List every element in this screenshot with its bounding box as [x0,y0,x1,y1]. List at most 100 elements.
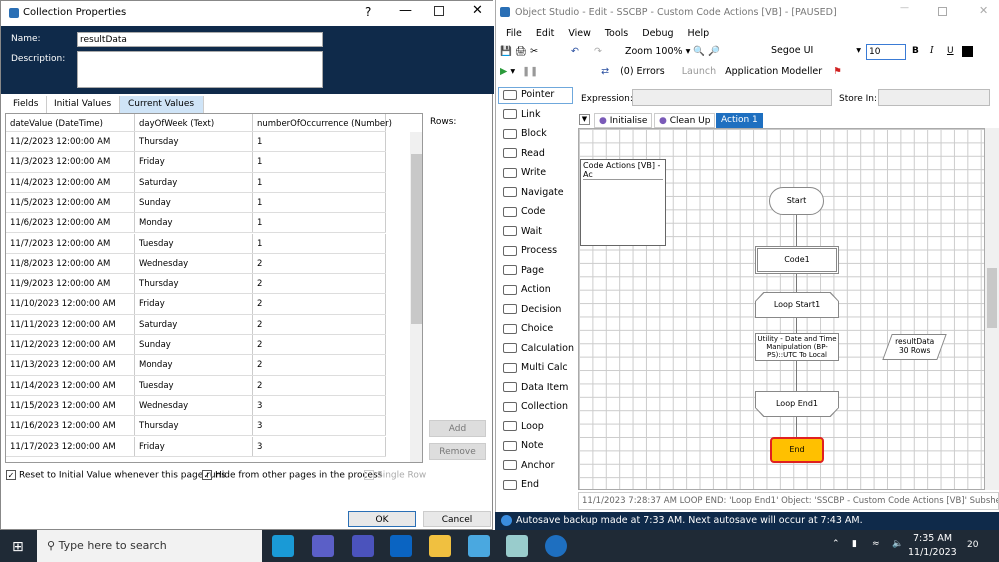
table-row[interactable]: 11/16/2023 12:00:00 AM Thursday 3 [6,416,386,437]
table-cell[interactable]: 11/8/2023 12:00:00 AM [6,253,135,274]
table-row[interactable]: 11/4/2023 12:00:00 AM Saturday 1 [6,172,386,193]
single-row-checkbox[interactable]: Single Row [364,470,426,481]
toolbox-item-data-item[interactable]: Data Item [500,382,575,400]
table-cell[interactable]: Thursday [135,274,253,294]
table-row[interactable]: 11/5/2023 12:00:00 AM Sunday 1 [6,192,386,214]
errors-button[interactable]: (0) Errors [620,66,665,77]
wifi-icon[interactable]: ≈ [872,539,880,549]
table-cell[interactable]: 2 [253,274,386,294]
table-cell[interactable]: Friday [135,436,253,456]
menu-help[interactable]: Help [688,28,710,39]
table-cell[interactable]: 11/11/2023 12:00:00 AM [6,314,135,334]
run-icon[interactable]: ▶ [500,66,507,77]
battery-icon[interactable]: ▮ [852,539,857,549]
table-row[interactable]: 11/7/2023 12:00:00 AM Tuesday 1 [6,233,386,254]
table-cell[interactable]: 2 [253,335,386,355]
tab-initialise[interactable]: ● Initialise [594,113,653,128]
table-cell[interactable]: 2 [253,375,386,395]
toolbox-item-block[interactable]: Block [500,128,575,146]
table-cell[interactable]: Saturday [135,172,253,192]
table-row[interactable]: 11/2/2023 12:00:00 AM Thursday 1 [6,132,386,153]
clock-time[interactable]: 7:35 AM [913,533,952,544]
teams-icon[interactable] [352,535,374,557]
block-stage[interactable]: Code Actions [VB] - Ac [580,159,666,246]
help-button[interactable]: ? [365,5,371,19]
italic-button[interactable]: I [930,46,934,56]
table-cell[interactable]: Wednesday [135,395,253,416]
toolbox-item-page[interactable]: Page [500,265,575,283]
toolbox-item-wait[interactable]: Wait [500,226,575,244]
launch-button[interactable]: Launch [682,66,716,77]
table-cell[interactable]: 2 [253,294,386,314]
search-box[interactable]: ⚲ Type here to search [37,530,262,562]
volume-icon[interactable]: 🔈 [892,539,903,549]
notifications-badge[interactable]: 20 [967,540,978,550]
expression-input[interactable] [632,89,832,106]
toolbox-item-pointer[interactable]: Pointer [500,89,575,107]
description-input[interactable] [77,51,323,88]
table-row[interactable]: 11/3/2023 12:00:00 AM Friday 1 [6,152,386,173]
table-cell[interactable]: Friday [135,294,253,314]
table-cell[interactable]: 2 [253,314,386,334]
toolbox-item-multi-calc[interactable]: Multi Calc [500,362,575,380]
tray-chevron-icon[interactable]: ⌃ [832,539,840,549]
page-dropdown-button[interactable]: ▼ [579,114,590,125]
table-cell[interactable]: 11/7/2023 12:00:00 AM [6,233,135,253]
table-cell[interactable]: Thursday [135,416,253,436]
table-cell[interactable]: Sunday [135,192,253,213]
menu-edit[interactable]: Edit [536,28,554,39]
menu-file[interactable]: File [506,28,522,39]
cut-icon[interactable]: ✂ [530,46,538,57]
menu-debug[interactable]: Debug [642,28,673,39]
tab-initial-values[interactable]: Initial Values [46,96,121,113]
breakpoint-flag-icon[interactable]: ⚑ [833,66,842,77]
column-header[interactable]: numberOfOccurrence (Number) [253,114,392,131]
toolbox-item-read[interactable]: Read [500,148,575,166]
table-cell[interactable]: 11/17/2023 12:00:00 AM [6,436,135,456]
action-stage[interactable]: Utility - Date and Time Manipulation (BP… [755,333,839,361]
table-cell[interactable]: 1 [253,152,386,172]
table-cell[interactable]: Friday [135,152,253,172]
toolbox-item-navigate[interactable]: Navigate [500,187,575,205]
table-cell[interactable]: 1 [253,233,386,253]
remove-button[interactable]: Remove [429,443,486,460]
table-cell[interactable]: 3 [253,395,386,416]
table-row[interactable]: 11/11/2023 12:00:00 AM Saturday 2 [6,314,386,335]
maximize-button[interactable] [434,6,444,16]
menu-view[interactable]: View [568,28,591,39]
column-header[interactable]: dayOfWeek (Text) [135,114,253,131]
toolbox-item-decision[interactable]: Decision [500,304,575,322]
minimize-button[interactable]: — [399,3,412,18]
tab-current-values[interactable]: Current Values [120,96,204,113]
close-button[interactable]: ✕ [472,3,483,18]
table-cell[interactable]: 11/15/2023 12:00:00 AM [6,395,135,416]
table-cell[interactable]: 1 [253,213,386,233]
table-cell[interactable]: 11/10/2023 12:00:00 AM [6,294,135,314]
print-icon[interactable]: 🖨 [515,46,527,57]
table-cell[interactable]: 11/9/2023 12:00:00 AM [6,274,135,294]
table-cell[interactable]: 3 [253,436,386,456]
table-cell[interactable]: 11/5/2023 12:00:00 AM [6,192,135,213]
tab-clean-up[interactable]: ● Clean Up [654,113,716,128]
scrollbar-thumb[interactable] [411,154,422,324]
zoom-select[interactable]: 100% [655,46,682,57]
toolbox-item-action[interactable]: Action [500,284,575,302]
table-cell[interactable]: 11/16/2023 12:00:00 AM [6,416,135,436]
table-cell[interactable]: 2 [253,355,386,375]
toolbox-item-end[interactable]: End [500,479,575,497]
table-cell[interactable]: Saturday [135,314,253,334]
table-cell[interactable]: Wednesday [135,253,253,274]
table-cell[interactable]: Tuesday [135,375,253,395]
redo-icon[interactable]: ↷ [594,46,602,57]
add-button[interactable]: Add [429,420,486,437]
underline-button[interactable]: U [947,46,954,56]
scrollbar-thumb[interactable] [987,268,997,328]
table-row[interactable]: 11/14/2023 12:00:00 AM Tuesday 2 [6,375,386,396]
notepad-icon[interactable] [506,535,528,557]
table-cell[interactable]: 11/12/2023 12:00:00 AM [6,335,135,355]
cancel-button[interactable]: Cancel [423,511,491,527]
table-row[interactable]: 11/8/2023 12:00:00 AM Wednesday 2 [6,253,386,275]
undo-icon[interactable]: ↶ [571,46,579,57]
code-stage[interactable]: Code1 [755,246,839,274]
table-row[interactable]: 11/9/2023 12:00:00 AM Thursday 2 [6,274,386,295]
